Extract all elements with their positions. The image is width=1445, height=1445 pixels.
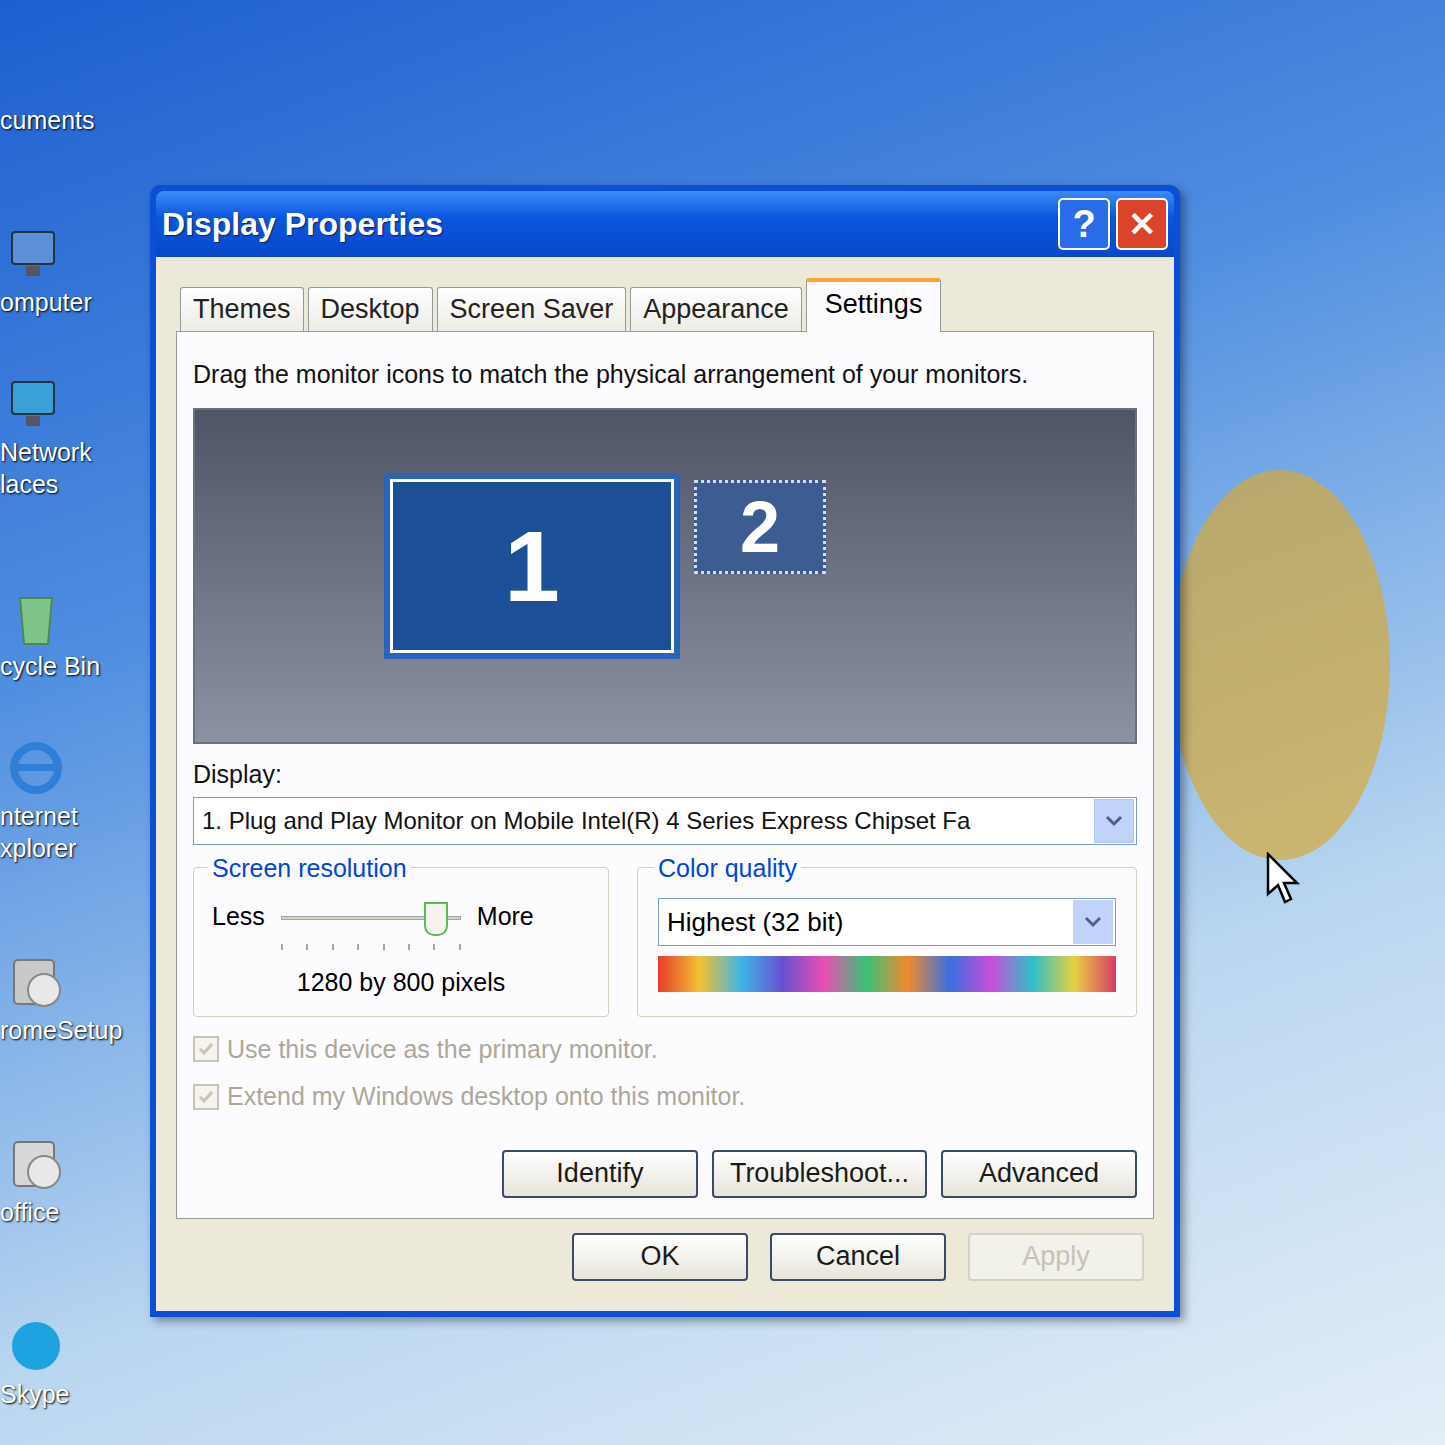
- tab[interactable]: Themes: [180, 287, 304, 331]
- screen-resolution-group: Screen resolutionLessMore1280 by 800 pix…: [193, 867, 609, 1017]
- help-button[interactable]: ?: [1058, 198, 1110, 250]
- button[interactable]: Troubleshoot...: [712, 1150, 927, 1198]
- checkbox[interactable]: [193, 1036, 219, 1062]
- desktop-icon-label: Network: [0, 436, 92, 468]
- desktop-icon[interactable]: Networklaces: [0, 324, 122, 506]
- color-quality-dropdown[interactable]: Highest (32 bit): [658, 898, 1116, 946]
- less-label: Less: [212, 898, 265, 936]
- desktop-icon[interactable]: romeSetup: [0, 870, 122, 1052]
- desktop-icon-label: office: [0, 1196, 59, 1228]
- resolution-reading: 1280 by 800 pixels: [212, 964, 590, 1002]
- resolution-slider[interactable]: [281, 902, 461, 952]
- tab[interactable]: Desktop: [308, 287, 433, 331]
- desktop-icon[interactable]: office: [0, 1052, 122, 1234]
- close-button[interactable]: ✕: [1116, 198, 1168, 250]
- desktop-icon[interactable]: nternetxplorer: [0, 688, 122, 870]
- shortcut-icon: [4, 1132, 68, 1196]
- checkbox-row[interactable]: Use this device as the primary monitor.: [193, 1031, 1137, 1069]
- browser-icon: [4, 736, 68, 800]
- display-label: Display:: [193, 756, 1137, 794]
- button[interactable]: Apply: [968, 1233, 1144, 1281]
- settings-panel: Drag the monitor icons to match the phys…: [176, 331, 1154, 1219]
- check-icon: [197, 1088, 215, 1106]
- color-sample-bar: [658, 956, 1116, 992]
- setup-icon: [4, 950, 68, 1014]
- tab[interactable]: Appearance: [630, 287, 802, 331]
- desktop-icon[interactable]: cycle Bin: [0, 506, 122, 688]
- dialog-buttons: OK Cancel Apply: [176, 1233, 1154, 1281]
- desktop-icon-label: laces: [0, 468, 58, 500]
- skype-icon: [4, 1314, 68, 1378]
- desktop-icon-label: cuments: [0, 104, 94, 136]
- mouse-cursor-icon: [1266, 852, 1300, 906]
- instruction-text: Drag the monitor icons to match the phys…: [193, 356, 1137, 394]
- desktop: cuments omputer Networklaces cycle Bin ntern…: [0, 0, 1445, 1445]
- tab[interactable]: Screen Saver: [437, 287, 627, 331]
- desktop-icon-label: omputer: [0, 286, 92, 318]
- window-body: ThemesDesktopScreen SaverAppearanceSetti…: [156, 257, 1174, 1311]
- desktop-icons: cuments omputer Networklaces cycle Bin ntern…: [0, 0, 122, 1416]
- action-buttons: Identify Troubleshoot... Advanced: [193, 1150, 1137, 1198]
- desktop-icon[interactable]: omputer: [0, 142, 122, 324]
- checkbox[interactable]: [193, 1084, 219, 1110]
- dropdown-arrow-icon[interactable]: [1073, 900, 1113, 944]
- button[interactable]: Cancel: [770, 1233, 946, 1281]
- display-dropdown[interactable]: 1. Plug and Play Monitor on Mobile Intel…: [193, 797, 1137, 845]
- monitor-icon[interactable]: 1: [384, 473, 680, 659]
- wallpaper-flower: [1170, 470, 1390, 860]
- monitor-icon[interactable]: 2: [694, 480, 826, 574]
- recycle-icon: [4, 586, 68, 650]
- button[interactable]: Advanced: [941, 1150, 1137, 1198]
- network-icon: [4, 372, 68, 436]
- button[interactable]: Identify: [502, 1150, 698, 1198]
- color-quality-group: Color qualityHighest (32 bit): [637, 867, 1137, 1017]
- monitor-arrangement: 12: [193, 408, 1137, 744]
- desktop-icon-label: Skype: [0, 1378, 69, 1410]
- desktop-icon[interactable]: Skype: [0, 1234, 122, 1416]
- tab-bar: ThemesDesktopScreen SaverAppearanceSetti…: [176, 277, 1154, 331]
- button[interactable]: OK: [572, 1233, 748, 1281]
- desktop-icon-label: cycle Bin: [0, 650, 100, 682]
- check-icon: [197, 1040, 215, 1058]
- title-bar[interactable]: Display Properties?✕: [156, 191, 1174, 257]
- window-title: Display Properties: [162, 200, 443, 248]
- desktop-icon[interactable]: cuments: [0, 0, 122, 142]
- desktop-icon-label: romeSetup: [0, 1014, 122, 1046]
- more-label: More: [477, 898, 534, 936]
- desktop-icon-label: xplorer: [0, 832, 76, 864]
- computer-icon: [4, 222, 68, 286]
- display-properties-window: Display Properties?✕ ThemesDesktopScreen …: [150, 185, 1180, 1317]
- desktop-icon-label: nternet: [0, 800, 78, 832]
- checkbox-row[interactable]: Extend my Windows desktop onto this moni…: [193, 1078, 1137, 1116]
- tab[interactable]: Settings: [806, 278, 942, 332]
- dropdown-arrow-icon[interactable]: [1094, 799, 1134, 843]
- slider-thumb[interactable]: [424, 902, 448, 936]
